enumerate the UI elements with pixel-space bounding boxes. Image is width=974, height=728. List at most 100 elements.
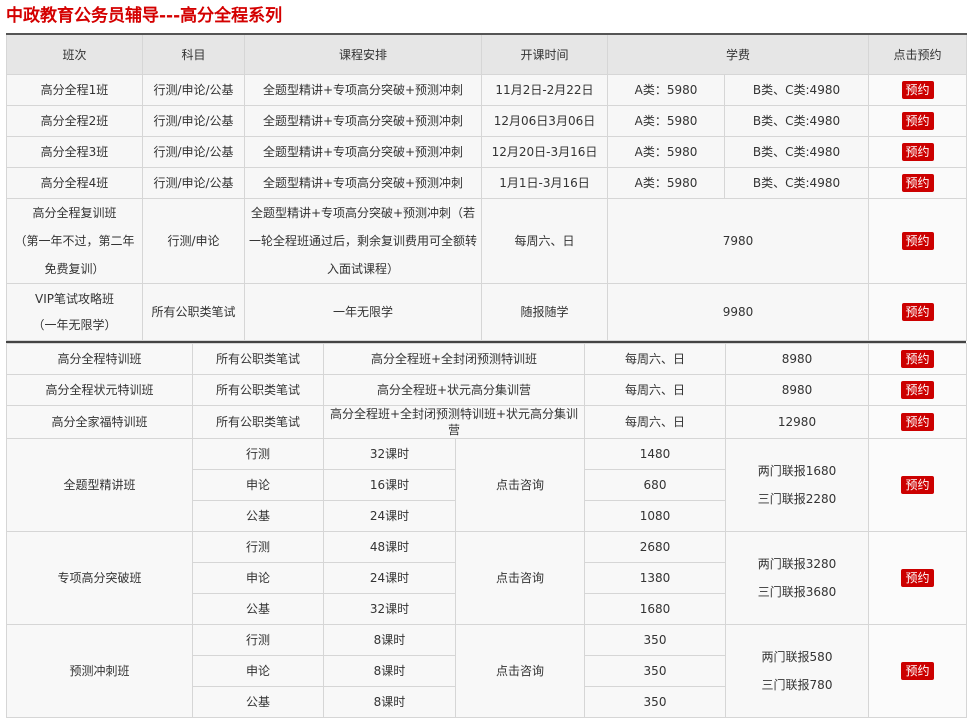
book-button[interactable]: 预约 [901,350,934,368]
combo-fee: 两门联报1680 三门联报2280 [725,438,869,532]
table-row: 高分全程特训班 所有公职类笔试 高分全程班+全封闭预测特训班 每周六、日 898… [6,343,967,375]
book-button[interactable]: 预约 [901,303,934,321]
course-table-container: 班次 科目 课程安排 开课时间 学费 点击预约 高分全程1班 行测/申论/公基 … [6,33,968,718]
class-fee: 9980 [606,283,870,341]
class-subject: 行测/申论 [142,198,245,284]
class-time: 每周六、日 [584,405,726,439]
class-schedule: 高分全程班+全封闭预测特训班 [323,343,585,375]
book-button[interactable]: 预约 [901,232,934,250]
book-button[interactable]: 预约 [901,112,934,130]
book-cell: 预约 [868,105,968,137]
class-time: 每周六、日 [584,343,726,375]
class-schedule: 高分全程班+全封闭预测特训班+状元高分集训营 [323,405,585,439]
combo-three: 三门联报2280 [757,492,837,506]
page-title: 中政教育公务员辅导---高分全程系列 [6,6,283,26]
class-name: 高分全程1班 [6,74,143,106]
consult-link[interactable]: 点击咨询 [455,438,585,532]
class-schedule: 全题型精讲+专项高分突破+预测冲刺 [244,167,482,199]
book-button[interactable]: 预约 [901,174,934,192]
module-fee: 1080 [584,500,726,532]
table-row: 全题型精讲班 行测 32课时 点击咨询 1480 两门联报1680 三门联报22… [6,438,967,532]
class-name-note: （第一年不过，第二年免费复训） [14,234,135,276]
class-name: 高分全程2班 [6,105,143,137]
book-button[interactable]: 预约 [901,81,934,99]
book-cell: 预约 [868,374,967,406]
combo-three: 三门联报780 [761,678,833,692]
module-class-name: 全题型精讲班 [6,438,193,532]
combo-fee: 两门联报580 三门联报780 [725,624,869,718]
module-fee: 1680 [584,593,726,625]
combo-two: 两门联报3280 [757,557,837,571]
combo-three: 三门联报3680 [757,585,837,599]
class-name-note: （一年无限学） [32,318,117,332]
class-name: VIP笔试攻略班 （一年无限学） [6,283,143,341]
combo-fee: 两门联报3280 三门联报3680 [725,531,869,625]
book-button[interactable]: 预约 [901,413,934,431]
class-fee: 12980 [725,405,869,439]
class-fee: 7980 [606,198,870,284]
table-row: 预测冲刺班 行测 8课时 点击咨询 350 两门联报580 三门联报780 预约 [6,624,967,718]
book-cell: 预约 [868,438,967,532]
fee-a: A类：5980 [607,105,725,137]
header-schedule: 课程安排 [244,33,482,75]
module-class-name: 预测冲刺班 [6,624,193,718]
module-subject: 申论 [192,469,324,501]
class-name: 高分全程4班 [6,167,143,199]
table-row: 高分全程4班 行测/申论/公基 全题型精讲+专项高分突破+预测冲刺 1月1日-3… [6,167,968,199]
book-cell: 预约 [868,531,967,625]
class-time: 随报随学 [481,283,608,341]
module-subject: 申论 [192,562,324,594]
table-row: 高分全程复训班 （第一年不过，第二年免费复训） 行测/申论 全题型精讲+专项高分… [6,198,968,284]
header-book: 点击预约 [868,33,968,75]
class-name: 高分全程状元特训班 [6,374,193,406]
module-fee: 350 [584,655,726,687]
module-fee: 1480 [584,438,726,470]
module-subject: 公基 [192,686,324,718]
class-schedule: 全题型精讲+专项高分突破+预测冲刺 [244,74,482,106]
class-time: 11月2日-2月22日 [481,74,608,106]
class-subject: 所有公职类笔试 [192,405,324,439]
table-row: 高分全程1班 行测/申论/公基 全题型精讲+专项高分突破+预测冲刺 11月2日-… [6,74,968,106]
module-hours: 8课时 [323,655,456,687]
module-fee: 680 [584,469,726,501]
combo-two: 两门联报1680 [757,464,837,478]
class-schedule: 全题型精讲+专项高分突破+预测冲刺（若一轮全程班通过后，剩余复训费用可全额转入面… [244,198,482,284]
table-row: 高分全程2班 行测/申论/公基 全题型精讲+专项高分突破+预测冲刺 12月06日… [6,105,968,137]
book-button[interactable]: 预约 [901,143,934,161]
module-hours: 32课时 [323,593,456,625]
module-hours: 48课时 [323,531,456,563]
module-hours: 16课时 [323,469,456,501]
class-subject: 所有公职类笔试 [192,343,324,375]
header-start-time: 开课时间 [481,33,608,75]
table-row: 高分全程状元特训班 所有公职类笔试 高分全程班+状元高分集训营 每周六、日 89… [6,374,967,406]
class-subject: 行测/申论/公基 [142,167,245,199]
class-schedule: 高分全程班+状元高分集训营 [323,374,585,406]
module-subject: 公基 [192,593,324,625]
header-subject: 科目 [142,33,245,75]
book-cell: 预约 [868,74,968,106]
module-hours: 32课时 [323,438,456,470]
fee-a: A类：5980 [607,74,725,106]
book-cell: 预约 [868,167,968,199]
fee-bc: B类、C类:4980 [723,105,870,137]
header-class: 班次 [6,33,143,75]
book-button[interactable]: 预约 [901,569,934,587]
module-subject: 行测 [192,531,324,563]
table-row: 高分全程3班 行测/申论/公基 全题型精讲+专项高分突破+预测冲刺 12月20日… [6,136,968,168]
special-course-table: 高分全程特训班 所有公职类笔试 高分全程班+全封闭预测特训班 每周六、日 898… [6,343,967,718]
class-schedule: 全题型精讲+专项高分突破+预测冲刺 [244,105,482,137]
module-fee: 350 [584,624,726,656]
module-hours: 8课时 [323,686,456,718]
class-subject: 行测/申论/公基 [142,136,245,168]
module-fee: 1380 [584,562,726,594]
module-hours: 24课时 [323,500,456,532]
consult-link[interactable]: 点击咨询 [455,531,585,625]
class-time: 每周六、日 [481,198,608,284]
class-name: 高分全程特训班 [6,343,193,375]
book-button[interactable]: 预约 [901,381,934,399]
book-button[interactable]: 预约 [901,662,934,680]
consult-link[interactable]: 点击咨询 [455,624,585,718]
book-button[interactable]: 预约 [901,476,934,494]
fee-a: A类：5980 [607,136,725,168]
book-cell: 预约 [868,198,968,284]
